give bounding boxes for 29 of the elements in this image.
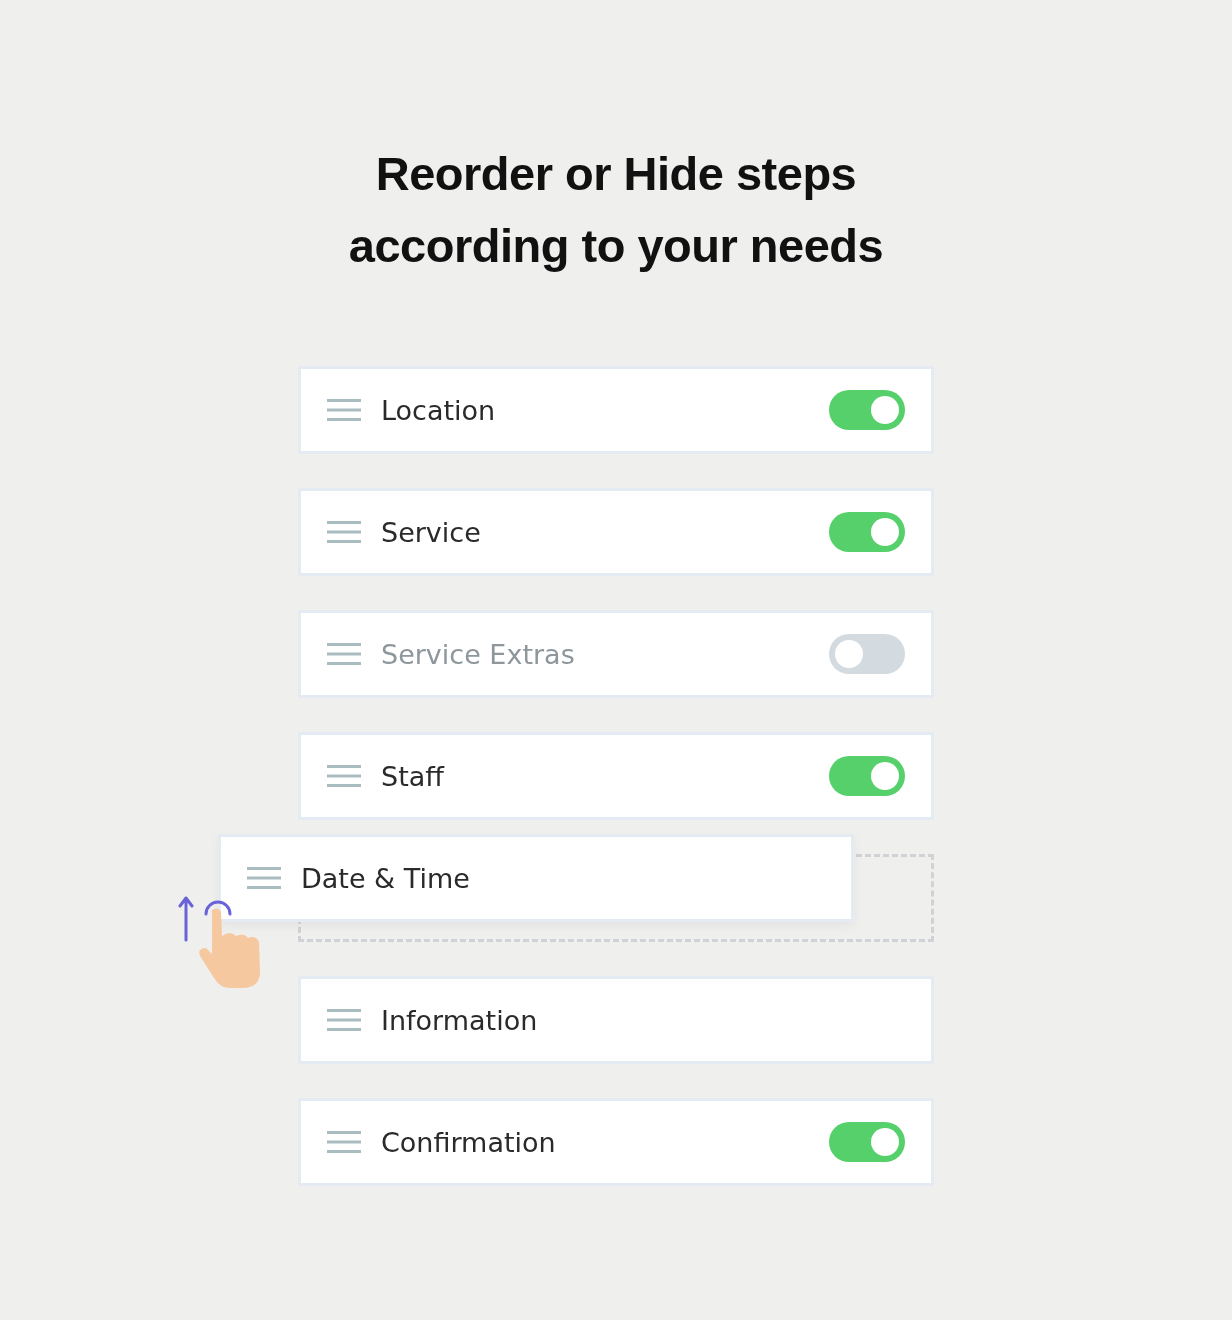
step-row[interactable]: Location bbox=[298, 366, 934, 454]
drag-handle-icon[interactable] bbox=[327, 1008, 361, 1032]
step-label: Staff bbox=[381, 760, 446, 792]
heading-line: Reorder or Hide steps bbox=[374, 146, 858, 202]
step-label: Information bbox=[381, 1004, 539, 1036]
step-label: Confirmation bbox=[381, 1126, 557, 1158]
toggle-switch[interactable] bbox=[829, 756, 905, 796]
drag-handle-icon[interactable] bbox=[327, 520, 361, 544]
heading-line: according to your needs bbox=[348, 218, 884, 274]
step-row[interactable]: Date & Time bbox=[218, 834, 854, 922]
step-row[interactable]: Information bbox=[298, 976, 934, 1064]
drag-handle-icon[interactable] bbox=[327, 1130, 361, 1154]
step-label: Location bbox=[381, 394, 497, 426]
drag-handle-icon[interactable] bbox=[327, 642, 361, 666]
drag-handle-icon[interactable] bbox=[327, 764, 361, 788]
toggle-switch[interactable] bbox=[829, 634, 905, 674]
step-row[interactable]: Staff bbox=[298, 732, 934, 820]
step-row[interactable]: Confirmation bbox=[298, 1098, 934, 1186]
pointer-hand-icon bbox=[199, 900, 260, 988]
drag-handle-icon[interactable] bbox=[247, 866, 281, 890]
toggle-switch[interactable] bbox=[829, 1122, 905, 1162]
step-label: Date & Time bbox=[301, 862, 471, 894]
step-row[interactable]: Service bbox=[298, 488, 934, 576]
toggle-switch[interactable] bbox=[829, 390, 905, 430]
up-arrow-icon bbox=[178, 896, 194, 942]
step-label: Service bbox=[381, 516, 482, 548]
drag-handle-icon[interactable] bbox=[327, 398, 361, 422]
step-label: Service Extras bbox=[381, 638, 576, 670]
toggle-switch[interactable] bbox=[829, 512, 905, 552]
